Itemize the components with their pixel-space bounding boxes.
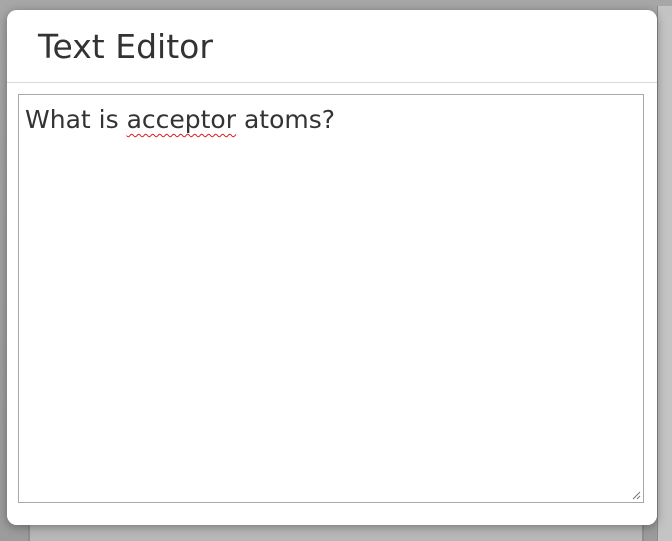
editor-text-after: atoms? (236, 105, 336, 134)
resize-handle-icon[interactable] (631, 490, 641, 500)
background-scroll-area (657, 6, 672, 541)
misspelled-word[interactable]: acceptor (127, 105, 236, 134)
editor-text-before: What is (25, 105, 127, 134)
editor-content[interactable]: What is acceptor atoms? (25, 103, 335, 137)
text-editor-textarea[interactable]: What is acceptor atoms? (18, 94, 644, 503)
dialog-header: Text Editor (7, 10, 657, 83)
text-editor-dialog: Text Editor What is acceptor atoms? (7, 10, 657, 525)
dialog-body: What is acceptor atoms? (7, 83, 657, 525)
dialog-title: Text Editor (38, 27, 213, 66)
